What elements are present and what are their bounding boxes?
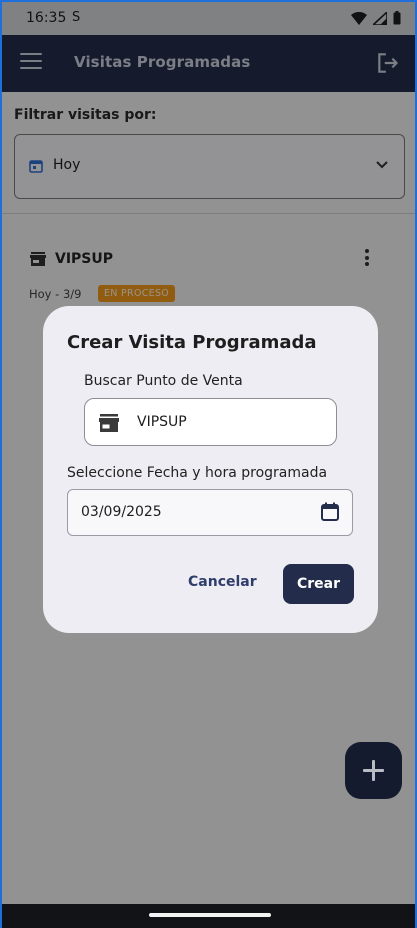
date-field[interactable]: 03/09/2025 xyxy=(67,489,353,536)
point-of-sale-input[interactable]: VIPSUP xyxy=(84,398,337,446)
point-of-sale-value: VIPSUP xyxy=(137,414,187,430)
home-gesture-handle[interactable] xyxy=(149,913,271,917)
point-of-sale-label: Buscar Punto de Venta xyxy=(84,373,243,389)
cancel-button[interactable]: Cancelar xyxy=(188,574,257,590)
date-value: 03/09/2025 xyxy=(81,504,162,520)
plus-icon-vertical xyxy=(372,760,375,781)
add-visit-button[interactable] xyxy=(345,742,402,799)
create-visit-dialog: Crear Visita Programada Buscar Punto de … xyxy=(43,306,378,633)
app-screen: 16:35 S Visitas Programadas Filtrar visi… xyxy=(0,0,417,928)
system-nav-bar xyxy=(2,904,415,928)
store-icon xyxy=(99,414,119,432)
datetime-label: Seleccione Fecha y hora programada xyxy=(67,465,328,481)
dialog-title: Crear Visita Programada xyxy=(67,332,317,353)
create-button[interactable]: Crear xyxy=(283,564,354,604)
calendar-icon[interactable] xyxy=(320,502,340,522)
